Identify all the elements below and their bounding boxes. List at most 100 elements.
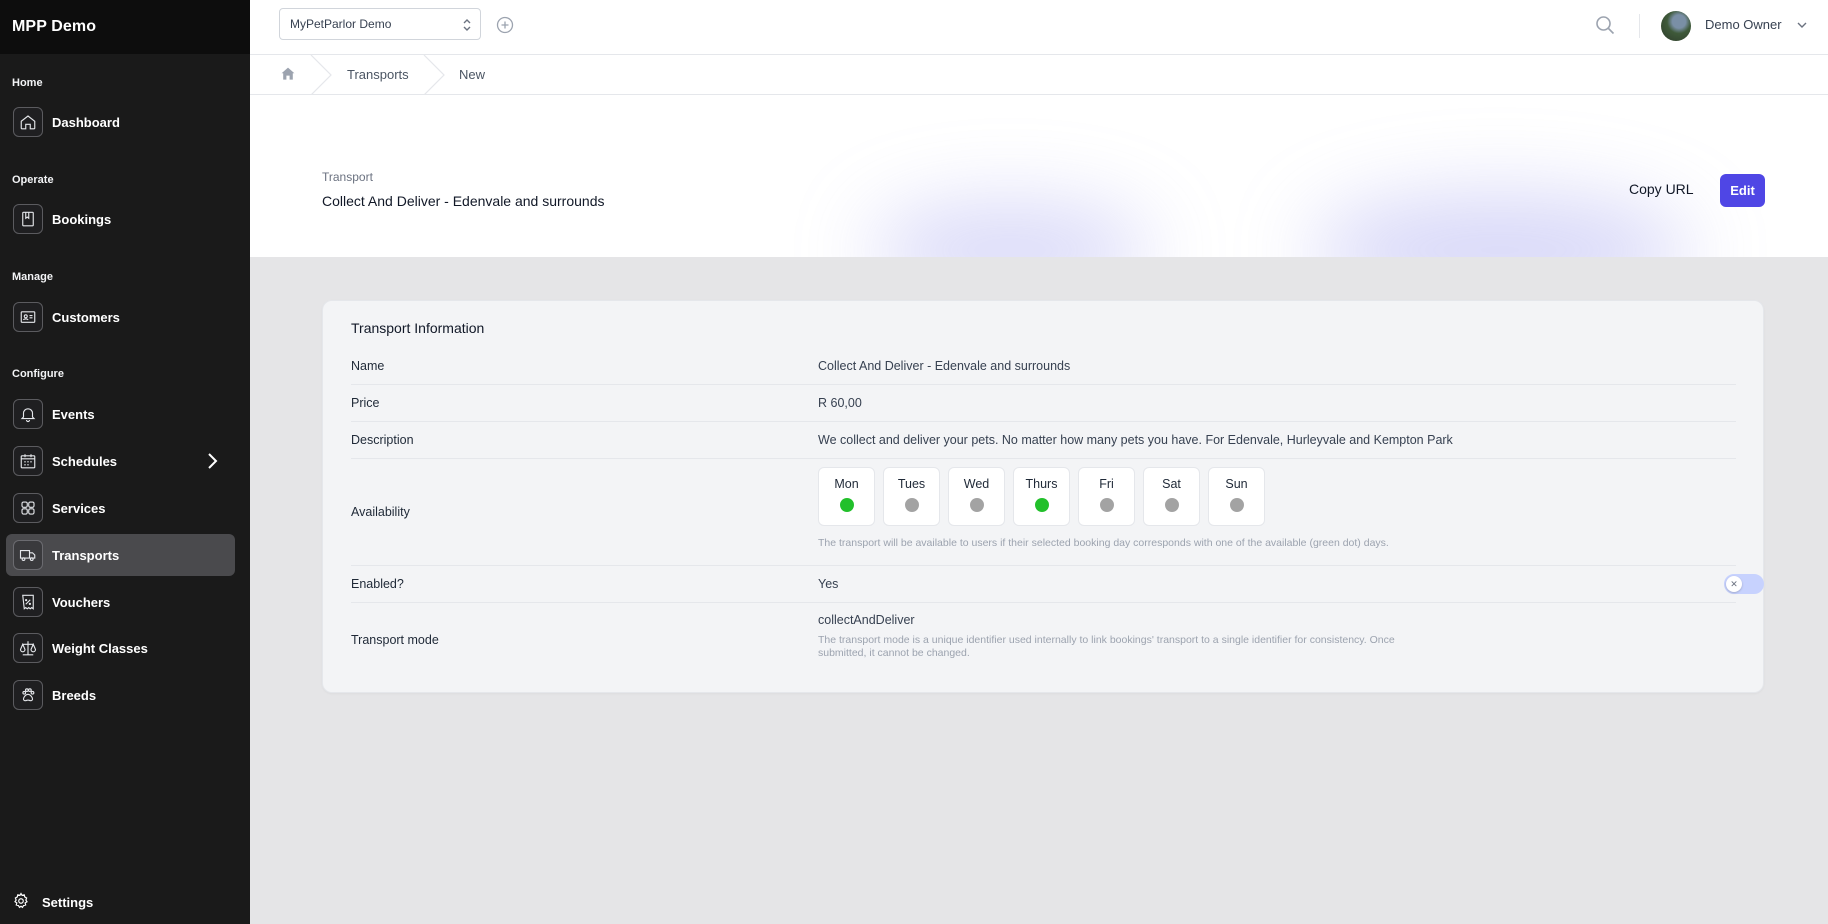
truck-icon [13,540,43,570]
sidebar-item-label: Dashboard [52,114,120,130]
header-glow [1310,195,1690,257]
gear-icon [12,892,30,913]
settings-label: Settings [42,895,94,910]
name-value: Collect And Deliver - Edenvale and surro… [818,359,1071,373]
sidebar-item-events[interactable]: Events [6,393,235,435]
voucher-icon [13,587,43,617]
breadcrumb-separator [310,55,332,95]
sidebar-item-label: Events [52,406,95,422]
sidebar-item-schedules[interactable]: Schedules [6,440,235,482]
unavailable-dot [1229,498,1244,512]
page-subtitle: Transport [322,170,373,184]
contact-card-icon [13,302,43,332]
topbar-divider [1639,14,1640,38]
description-label: Description [351,433,414,447]
day-name: Fri [1099,477,1114,491]
enabled-value: Yes [818,577,839,591]
day-name: Mon [834,477,859,491]
description-value: We collect and deliver your pets. No mat… [818,433,1453,447]
home-icon [13,107,43,137]
breadcrumb-separator [423,55,445,95]
nav-section-manage: Manage [12,271,53,283]
price-label: Price [351,396,380,410]
enabled-label: Enabled? [351,577,404,591]
nav-section-home: Home [12,77,43,89]
day-chip-wed: Wed [948,467,1005,526]
day-chip-mon: Mon [818,467,875,526]
breadcrumb-item-new: New [459,67,486,82]
home-icon[interactable] [280,66,296,87]
unavailable-dot [969,498,984,512]
sidebar-item-breeds[interactable]: Breeds [6,674,235,716]
chevron-down-icon[interactable] [1796,18,1808,36]
sidebar-item-label: Weight Classes [52,640,148,656]
transport-mode-value: collectAndDeliver [818,613,915,627]
card-title: Transport Information [351,320,485,336]
add-organization-icon[interactable] [496,16,514,39]
breadcrumb: Transports New [250,55,1828,95]
sidebar-item-dashboard[interactable]: Dashboard [6,101,235,143]
sidebar-item-label: Customers [52,309,120,325]
sidebar-item-weight-classes[interactable]: Weight Classes [6,627,235,669]
paw-icon [13,680,43,710]
availability-label: Availability [351,505,410,519]
name-label: Name [351,359,385,373]
chevron-right-icon[interactable] [205,452,219,475]
sidebar: MPP Demo Home Dashboard Operate Bookings… [0,0,250,924]
sidebar-item-label: Schedules [52,453,118,469]
sidebar-item-services[interactable]: Services [6,487,235,529]
header-glow [870,205,1150,257]
scale-icon [13,633,43,663]
grid-icon [13,493,43,523]
sidebar-item-settings[interactable]: Settings [12,892,93,913]
avatar[interactable] [1661,11,1691,41]
unavailable-dot [1164,498,1179,512]
day-name: Wed [963,477,990,491]
sidebar-item-vouchers[interactable]: Vouchers [6,581,235,623]
user-name[interactable]: Demo Owner [1705,17,1782,32]
toggle-off-icon: ✕ [1726,576,1742,592]
calendar-icon [13,446,43,476]
day-name: Sat [1162,477,1181,491]
transport-information-card: Transport Information Name Collect And D… [322,300,1764,693]
day-chip-fri: Fri [1078,467,1135,526]
organization-select-value: MyPetParlor Demo [290,17,392,31]
sidebar-item-label: Bookings [52,211,112,227]
day-name: Sun [1225,477,1248,491]
edit-button[interactable]: Edit [1720,174,1765,207]
topbar: MyPetParlor Demo Demo Owner [250,0,1828,55]
row-name: Name Collect And Deliver - Edenvale and … [351,347,1736,385]
page-title: Collect And Deliver - Edenvale and surro… [322,193,605,209]
row-transport-mode: Transport mode collectAndDeliver The tra… [351,603,1736,678]
copy-url-button[interactable]: Copy URL [1629,181,1694,197]
unavailable-dot [904,498,919,512]
app-brand[interactable]: MPP Demo [0,0,250,54]
day-chip-tues: Tues [883,467,940,526]
day-chip-sun: Sun [1208,467,1265,526]
row-price: Price R 60,00 [351,385,1736,422]
availability-hint: The transport will be available to users… [818,537,1389,549]
availability-days: Mon Tues Wed Thurs Fri Sat Sun [818,467,1273,526]
row-availability: Availability Mon Tues Wed Thurs Fri Sat Sun Th… [351,459,1736,566]
nav-section-configure: Configure [12,368,64,380]
day-name: Tues [897,477,926,491]
sidebar-item-transports[interactable]: Transports [6,534,235,576]
sidebar-item-bookings[interactable]: Bookings [6,198,235,240]
sidebar-item-label: Services [52,500,106,516]
row-description: Description We collect and deliver your … [351,422,1736,459]
nav-section-operate: Operate [12,174,54,186]
day-chip-thurs: Thurs [1013,467,1070,526]
page-header: Transport Collect And Deliver - Edenvale… [250,95,1828,257]
price-value: R 60,00 [818,396,862,410]
search-icon[interactable] [1595,15,1615,40]
organization-select[interactable]: MyPetParlor Demo [279,8,481,40]
sidebar-item-label: Breeds [52,687,97,703]
row-enabled: Enabled? Yes ✕ [351,566,1764,603]
book-icon [13,204,43,234]
sidebar-item-label: Transports [52,547,120,563]
breadcrumb-item-transports[interactable]: Transports [347,67,409,82]
sidebar-item-customers[interactable]: Customers [6,296,235,338]
enabled-toggle[interactable]: ✕ [1724,574,1764,594]
available-dot [1034,498,1049,512]
day-chip-sat: Sat [1143,467,1200,526]
